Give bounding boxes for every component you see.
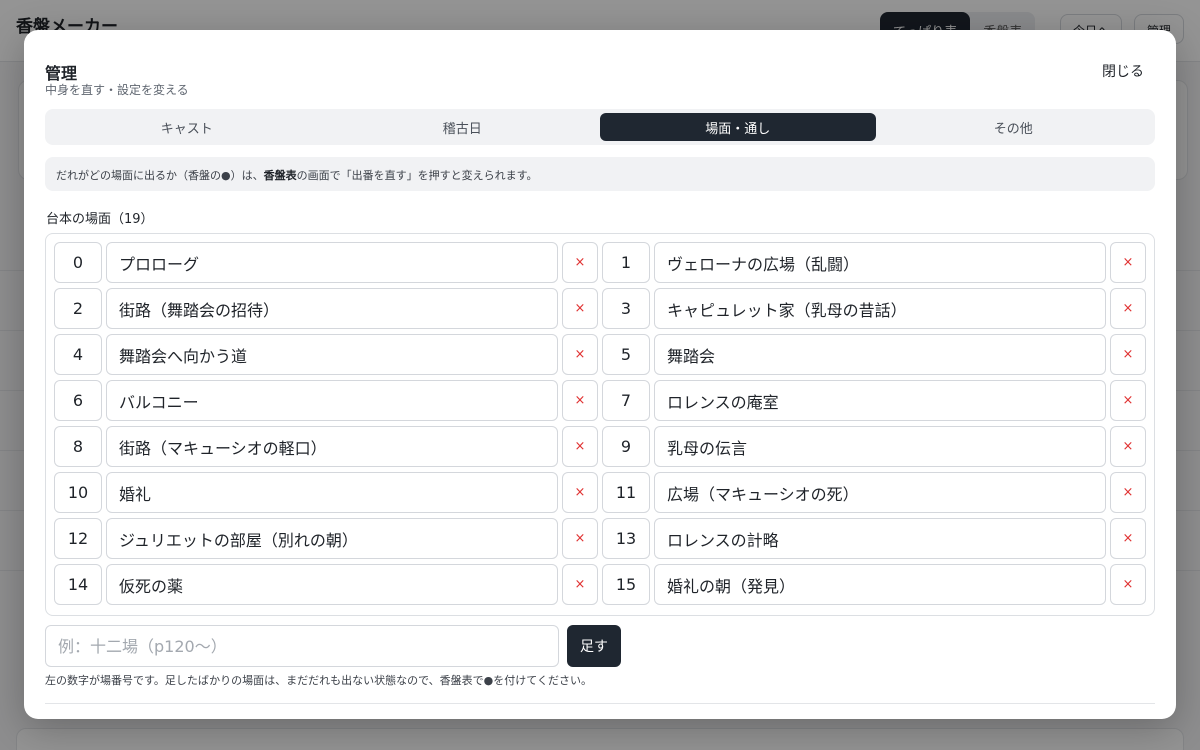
scene-name-input[interactable] [106, 472, 558, 513]
scene-name-input[interactable] [654, 518, 1106, 559]
scene-number: 9 [602, 426, 650, 467]
scene-row: 1× [602, 242, 1146, 283]
scene-number: 0 [54, 242, 102, 283]
tab-cast[interactable]: キャスト [49, 113, 325, 141]
scene-list[interactable]: 0×1×2×3×4×5×6×7×8×9×10×11×12×13×14×15× [45, 233, 1155, 616]
modal-subtitle: 中身を直す・設定を変える [45, 83, 189, 97]
scene-number: 5 [602, 334, 650, 375]
scene-row: 7× [602, 380, 1146, 421]
help-text: 左の数字が場番号です。足したばかりの場面は、まだだれも出ない状態なので、香盤表で… [45, 674, 592, 687]
scene-row: 4× [54, 334, 598, 375]
scene-row: 13 × [602, 518, 1146, 559]
delete-scene-button[interactable]: × [562, 334, 598, 375]
scene-number: 6 [54, 380, 102, 421]
scene-name-input[interactable] [106, 426, 558, 467]
modal-tabs: キャスト 稽古日 場面・通し その他 [45, 109, 1155, 145]
scene-row: 3× [602, 288, 1146, 329]
scene-name-input[interactable] [654, 242, 1106, 283]
tab-rehearsal-days[interactable]: 稽古日 [325, 113, 601, 141]
scene-name-input[interactable] [106, 380, 558, 421]
delete-scene-button[interactable]: × [562, 242, 598, 283]
delete-scene-button[interactable]: × [1110, 564, 1146, 605]
scene-number: 2 [54, 288, 102, 329]
scene-name-input[interactable] [654, 426, 1106, 467]
scene-number: 4 [54, 334, 102, 375]
modal-divider [45, 703, 1155, 704]
delete-scene-button[interactable]: × [562, 380, 598, 421]
scene-row: 8× [54, 426, 598, 467]
scene-row: 14 × [54, 564, 598, 605]
scene-number: 14 [54, 564, 102, 605]
scene-number: 7 [602, 380, 650, 421]
tab-scenes[interactable]: 場面・通し [600, 113, 876, 141]
scene-row: 10 × [54, 472, 598, 513]
delete-scene-button[interactable]: × [1110, 380, 1146, 421]
scene-grid: 0×1×2×3×4×5×6×7×8×9×10×11×12×13×14×15× [54, 242, 1146, 605]
tab-other[interactable]: その他 [876, 113, 1152, 141]
delete-scene-button[interactable]: × [1110, 518, 1146, 559]
scene-name-input[interactable] [654, 564, 1106, 605]
scene-row: 6× [54, 380, 598, 421]
scene-name-input[interactable] [106, 564, 558, 605]
scene-number: 15 [602, 564, 650, 605]
delete-scene-button[interactable]: × [562, 564, 598, 605]
scene-number: 13 [602, 518, 650, 559]
notice-suffix: の画面で「出番を直す」を押すと変えられます。 [296, 169, 538, 182]
scene-name-input[interactable] [106, 242, 558, 283]
add-scene-button[interactable]: 足す [567, 625, 621, 667]
scene-row: 15 × [602, 564, 1146, 605]
scene-number: 11 [602, 472, 650, 513]
close-button[interactable]: 閉じる [1090, 58, 1156, 84]
delete-scene-button[interactable]: × [1110, 472, 1146, 513]
delete-scene-button[interactable]: × [1110, 334, 1146, 375]
scene-number: 8 [54, 426, 102, 467]
scenes-heading: 台本の場面（19） [46, 212, 154, 227]
manage-modal: 管理 中身を直す・設定を変える 閉じる キャスト 稽古日 場面・通し その他 だ… [24, 30, 1176, 719]
scene-number: 12 [54, 518, 102, 559]
info-notice: だれがどの場面に出るか（香盤の●）は、香盤表の画面で「出番を直す」を押すと変えら… [45, 157, 1155, 191]
notice-bold: 香盤表 [263, 169, 297, 182]
scene-row: 12 × [54, 518, 598, 559]
scene-row: 5× [602, 334, 1146, 375]
scene-row: 11 × [602, 472, 1146, 513]
scene-name-input[interactable] [654, 472, 1106, 513]
scene-name-input[interactable] [106, 518, 558, 559]
scene-number: 3 [602, 288, 650, 329]
scene-name-input[interactable] [106, 334, 558, 375]
scene-row: 9× [602, 426, 1146, 467]
delete-scene-button[interactable]: × [562, 472, 598, 513]
new-scene-input[interactable] [45, 625, 559, 667]
delete-scene-button[interactable]: × [562, 518, 598, 559]
notice-prefix: だれがどの場面に出るか（香盤の●）は、 [56, 169, 264, 182]
scene-name-input[interactable] [106, 288, 558, 329]
scene-row: 2× [54, 288, 598, 329]
delete-scene-button[interactable]: × [1110, 426, 1146, 467]
scene-name-input[interactable] [654, 380, 1106, 421]
scene-name-input[interactable] [654, 334, 1106, 375]
delete-scene-button[interactable]: × [1110, 288, 1146, 329]
scene-number: 1 [602, 242, 650, 283]
delete-scene-button[interactable]: × [1110, 242, 1146, 283]
delete-scene-button[interactable]: × [562, 288, 598, 329]
scene-row: 0× [54, 242, 598, 283]
delete-scene-button[interactable]: × [562, 426, 598, 467]
scene-name-input[interactable] [654, 288, 1106, 329]
scene-number: 10 [54, 472, 102, 513]
